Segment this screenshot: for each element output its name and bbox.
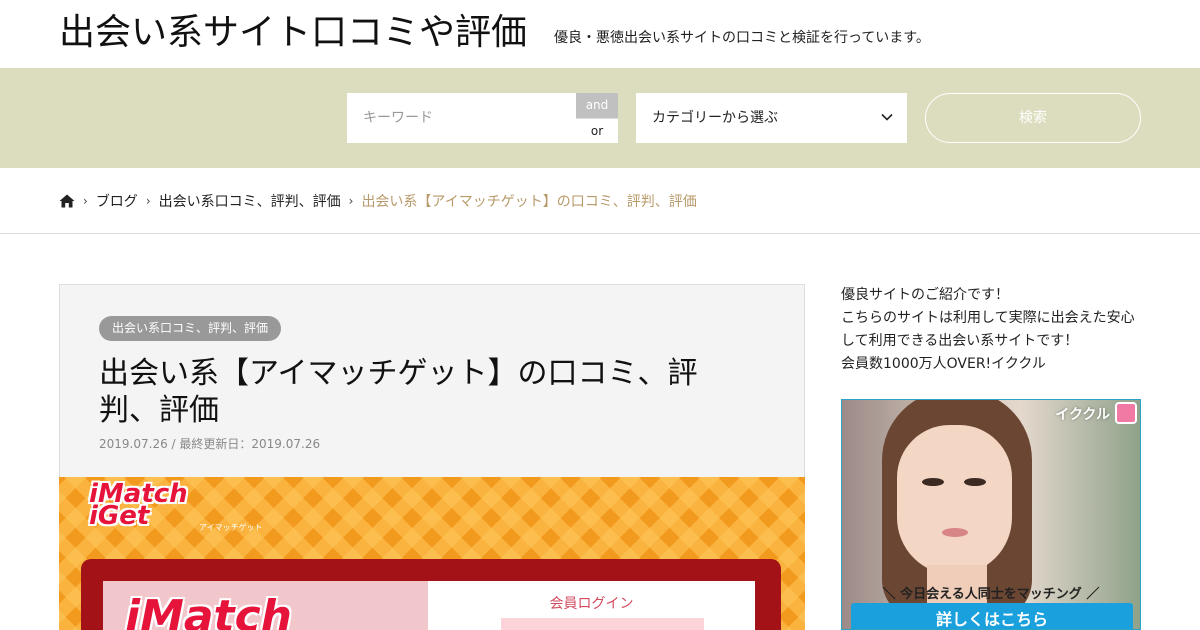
or-option[interactable]: or <box>576 118 618 143</box>
chevron-down-icon <box>881 113 893 121</box>
banner-model-lips <box>942 528 968 537</box>
sidebar-intro-line: 優良サイトのご紹介です！ <box>841 287 1009 303</box>
chevron-right-icon: › <box>145 194 151 208</box>
home-icon[interactable] <box>59 194 75 208</box>
banner-model-face <box>897 425 1012 575</box>
sidebar-intro-line: こちらのサイトは利用して実際に出会えた安心 <box>841 310 1135 326</box>
article-header: 出会い系口コミ、評判、評価 出会い系【アイマッチゲット】の口コミ、評判、評価 2… <box>59 284 805 477</box>
chevron-right-icon: › <box>83 194 88 208</box>
banner-model-eye <box>964 478 986 486</box>
site-title[interactable]: 出会い系サイト口コミや評価 <box>59 10 527 56</box>
category-select-value: カテゴリーから選ぶ <box>652 110 778 126</box>
banner-catchcopy: ＼ 今日会える人同士をマッチング ／ <box>882 587 1100 602</box>
login-field <box>501 618 704 630</box>
logo-subtitle: アイマッチゲット <box>199 523 263 532</box>
breadcrumb-item-blog[interactable]: ブログ <box>96 191 138 211</box>
login-title: 会員ログイン <box>549 596 634 612</box>
login-panel: 会員ログイン <box>428 581 755 630</box>
article-card: 出会い系口コミ、評判、評価 出会い系【アイマッチゲット】の口コミ、評判、評価 2… <box>59 284 805 630</box>
imatch-big-logo: iMatch <box>125 591 292 630</box>
ikukuru-banner[interactable]: イククル ＼ 今日会える人同士をマッチング ／ 詳しくはこちら <box>841 399 1141 630</box>
eyecatch-image: iMatch iGet アイマッチゲット 会員ログイン iMatch <box>59 477 805 630</box>
site-header: 出会い系サイト口コミや評価 優良・悪徳出会い系サイトの口コミと検証を行っています… <box>0 0 1200 68</box>
article-title: 出会い系【アイマッチゲット】の口コミ、評判、評価 <box>99 356 698 428</box>
header-divider <box>0 233 1200 234</box>
and-or-toggle: and or <box>576 93 618 143</box>
site-description: 優良・悪徳出会い系サイトの口コミと検証を行っています。 <box>554 30 930 46</box>
breadcrumb-item-category[interactable]: 出会い系口コミ、評判、評価 <box>159 191 341 211</box>
breadcrumb: › ブログ › 出会い系口コミ、評判、評価 › 出会い系【アイマッチゲット】の口… <box>59 190 697 212</box>
keyword-input[interactable] <box>347 93 576 143</box>
brand-badge-icon <box>1115 402 1137 424</box>
category-badge[interactable]: 出会い系口コミ、評判、評価 <box>99 316 282 341</box>
search-bar: and or カテゴリーから選ぶ 検索 <box>0 68 1200 168</box>
sidebar-intro-line: して利用できる出会い系サイトです！ <box>841 333 1079 349</box>
chevron-right-icon: › <box>348 194 354 208</box>
sidebar-intro-line: 会員数1000万人OVER!イククル <box>841 356 1046 372</box>
and-option[interactable]: and <box>576 93 618 118</box>
sidebar-intro: 優良サイトのご紹介です！ こちらのサイトは利用して実際に出会えた安心 して利用で… <box>841 284 1141 376</box>
category-select[interactable]: カテゴリーから選ぶ <box>636 93 907 143</box>
banner-cta-button[interactable]: 詳しくはこちら <box>851 603 1133 629</box>
banner-model-eye <box>922 478 944 486</box>
search-button[interactable]: 検索 <box>925 93 1141 143</box>
imatch-logo: iMatch iGet <box>89 479 188 531</box>
article-date: 2019.07.26 / 最終更新日：2019.07.26 <box>99 437 321 451</box>
banner-brand: イククル <box>1055 407 1110 423</box>
breadcrumb-item-current: 出会い系【アイマッチゲット】の口コミ、評判、評価 <box>361 194 697 210</box>
